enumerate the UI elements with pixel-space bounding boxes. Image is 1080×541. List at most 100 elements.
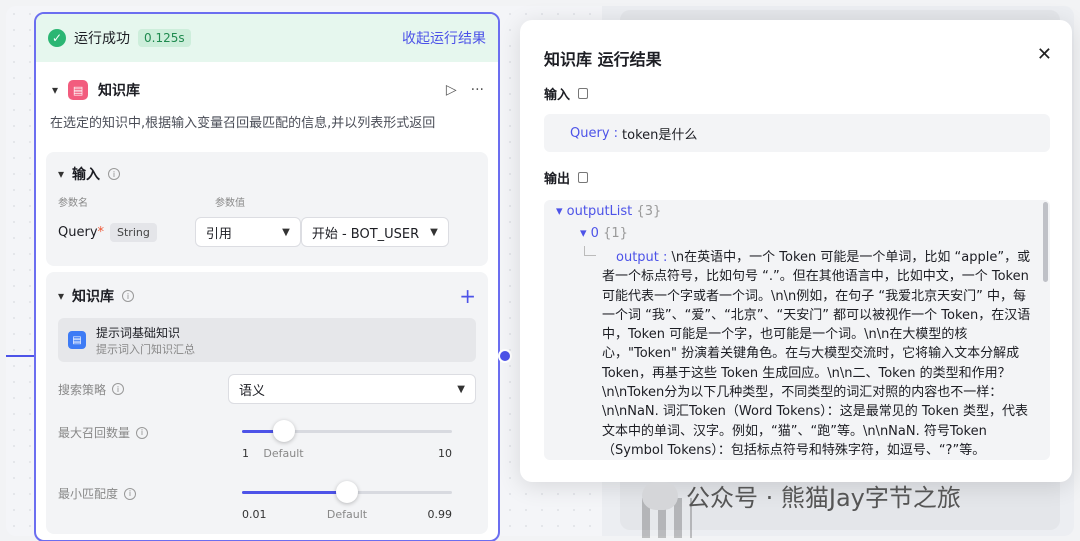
info-icon[interactable]: i	[124, 487, 137, 500]
output-label: 输出	[544, 172, 571, 187]
knowledge-item-name: 提示词基础知识	[96, 325, 181, 340]
info-icon[interactable]: i	[108, 168, 121, 180]
input-section: ▾ 输入 i 参数名 参数值 Query* String 引用 ▼ 开始 - B…	[46, 152, 488, 266]
knowledge-item-desc: 提示词入门知识汇总	[96, 342, 195, 356]
chevron-down-icon[interactable]: ▾	[52, 83, 58, 97]
node-title: 知识库	[98, 83, 141, 99]
close-icon[interactable]: ✕	[1037, 44, 1052, 65]
slider-min: 0.01	[242, 508, 267, 521]
run-time-badge: 0.125s	[138, 29, 191, 47]
param-column-headers: 参数名 参数值	[46, 184, 488, 209]
output-list-key: outputList	[566, 204, 633, 219]
result-panel: 知识库 运行结果 ✕ 输入 Query : token是什么 输出 ▾ outp…	[520, 20, 1072, 482]
tree-connector	[584, 246, 596, 256]
output-value: output : \n在英语中，一个 Token 可能是一个单词，比如 “app…	[602, 248, 1032, 460]
node-header: ▾ ▤ 知识库 ▷ ···	[36, 62, 498, 104]
output-tree[interactable]: ▾ outputList {3} ▾ 0 {1} output : \n在英语中…	[544, 200, 1050, 460]
document-icon: ▤	[68, 331, 86, 349]
output-list-meta: {3}	[636, 204, 662, 219]
scrollbar[interactable]	[1043, 202, 1048, 282]
slider-max: 10	[437, 447, 452, 460]
node-actions: ▷ ···	[446, 82, 484, 98]
slider-labels: 1 Default 10	[242, 447, 452, 460]
watermark-text: 公众号 · 熊猫Jay字节之旅	[686, 484, 961, 512]
caret-down-icon: ▾	[556, 204, 563, 219]
slider-min: 1	[242, 447, 249, 460]
more-icon[interactable]: ···	[471, 82, 484, 98]
output-text: \n在英语中，一个 Token 可能是一个单词，比如 “apple”，或者一个标…	[602, 250, 1031, 458]
output-list-node[interactable]: ▾ outputList {3}	[556, 204, 661, 219]
knowledge-item[interactable]: ▤ 提示词基础知识 提示词入门知识汇总	[58, 318, 476, 362]
param-name-text: Query	[58, 224, 98, 240]
input-label: 输入	[544, 88, 571, 103]
ref-value-text: 开始 - BOT_USER	[311, 226, 420, 242]
required-mark: *	[97, 224, 105, 240]
output-label-row: 输出	[544, 168, 589, 187]
chevron-down-icon: ▾	[58, 167, 65, 181]
play-icon[interactable]: ▷	[446, 82, 457, 98]
search-strategy-label: 搜索策略	[58, 382, 107, 397]
input-key: Query :	[570, 125, 619, 141]
slider-max: 0.99	[427, 508, 452, 521]
search-strategy-row: 搜索策略 i 语义 ▼	[46, 374, 488, 404]
search-strategy-select[interactable]: 语义 ▼	[228, 374, 476, 404]
knowledge-section: ▾ 知识库 i + ▤ 提示词基础知识 提示词入门知识汇总 搜索策略 i 语义 …	[46, 272, 488, 534]
status-text: 运行成功	[74, 31, 130, 47]
ref-mode-select[interactable]: 引用 ▼	[194, 217, 301, 247]
slider-labels: 0.01 Default 0.99	[242, 508, 452, 521]
output-item-key: 0	[590, 226, 599, 241]
param-name: Query*	[58, 225, 104, 240]
min-score-label: 最小匹配度	[58, 487, 119, 501]
knowledge-node-card[interactable]: ✓ 运行成功 0.125s 收起运行结果 ▾ ▤ 知识库 ▷ ··· 在选定的知…	[34, 12, 500, 541]
ref-mode-value: 引用	[205, 226, 232, 242]
param-value-header: 参数值	[215, 198, 245, 209]
chevron-down-icon: ▾	[58, 289, 65, 303]
slider-knob[interactable]	[336, 481, 358, 503]
input-label-row: 输入	[544, 84, 589, 103]
node-description: 在选定的知识中,根据输入变量召回最匹配的信息,并以列表形式返回	[50, 116, 436, 131]
search-strategy-value: 语义	[239, 383, 266, 399]
output-item-node[interactable]: ▾ 0 {1}	[580, 226, 628, 241]
watermark: 公众号 · 熊猫Jay字节之旅	[642, 478, 961, 513]
input-value: token是什么	[622, 127, 698, 143]
max-recall-slider[interactable]: 1 Default 10	[242, 420, 452, 460]
param-type-badge: String	[110, 222, 157, 242]
chevron-down-icon: ▼	[430, 226, 438, 238]
info-icon[interactable]: i	[122, 290, 135, 302]
result-title: 知识库 运行结果	[544, 50, 662, 69]
add-knowledge-icon[interactable]: +	[459, 284, 476, 308]
chevron-down-icon: ▼	[282, 226, 290, 238]
slider-track	[242, 420, 452, 442]
knowledge-section-title: 知识库	[72, 289, 115, 305]
slider-knob[interactable]	[273, 420, 295, 442]
output-item-meta: {1}	[603, 226, 628, 241]
knowledge-section-header[interactable]: ▾ 知识库 i +	[46, 272, 488, 308]
info-icon[interactable]: i	[136, 426, 149, 439]
param-name-header: 参数名	[58, 198, 88, 209]
slider-default: Default	[263, 447, 304, 460]
output-port[interactable]	[498, 349, 512, 363]
input-value-box: Query : token是什么	[544, 114, 1050, 152]
collapse-result-link[interactable]: 收起运行结果	[402, 28, 486, 48]
min-score-label-row: 最小匹配度 i	[46, 485, 148, 502]
ref-value-select[interactable]: 开始 - BOT_USER ▼	[300, 217, 449, 247]
min-score-slider[interactable]: 0.01 Default 0.99	[242, 481, 452, 521]
caret-down-icon: ▾	[580, 226, 587, 241]
input-section-header[interactable]: ▾ 输入 i	[46, 152, 488, 184]
info-icon[interactable]: i	[112, 383, 125, 395]
slider-default: Default	[326, 508, 368, 521]
max-recall-label: 最大召回数量	[58, 426, 131, 440]
wechat-icon	[642, 481, 678, 510]
chevron-down-icon: ▼	[457, 383, 465, 395]
input-section-title: 输入	[72, 167, 101, 183]
output-key: output :	[616, 250, 668, 265]
run-status-bar: ✓ 运行成功 0.125s 收起运行结果	[36, 14, 498, 62]
knowledge-base-icon: ▤	[68, 80, 89, 100]
max-recall-label-row: 最大召回数量 i	[46, 424, 160, 441]
incoming-edge	[6, 355, 34, 357]
copy-icon[interactable]	[578, 172, 589, 183]
slider-fill	[242, 491, 347, 494]
copy-icon[interactable]	[578, 88, 589, 99]
param-row: Query* String 引用 ▼ 开始 - BOT_USER ▼	[46, 209, 488, 247]
slider-track	[242, 481, 452, 503]
